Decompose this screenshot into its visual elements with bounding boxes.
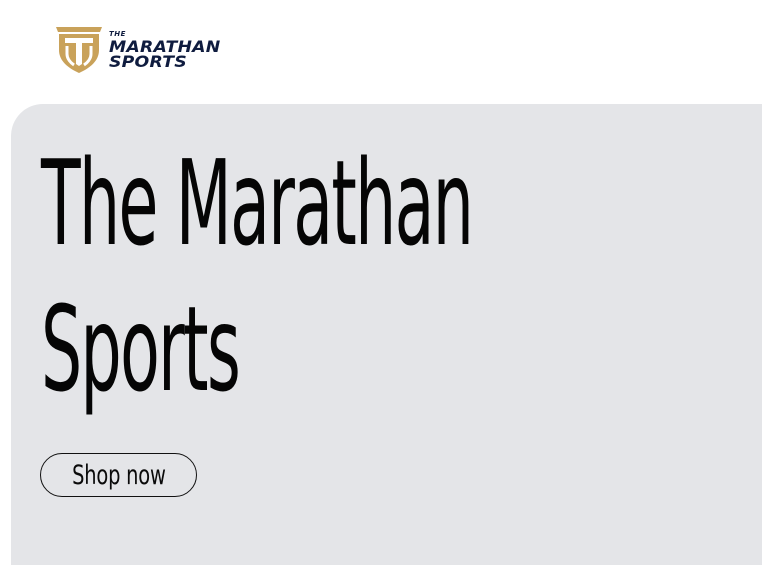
shield-monogram-icon bbox=[56, 27, 102, 73]
shop-now-label: Shop now bbox=[71, 459, 166, 491]
site-header: THE MARATHAN SPORTS bbox=[0, 0, 762, 104]
hero-banner: The Marathan Sports Shop now bbox=[11, 104, 762, 565]
logo-line-2: SPORTS bbox=[109, 52, 187, 71]
hero-title-line-2: Sports bbox=[41, 280, 241, 418]
hero-title-line-1: The Marathan bbox=[41, 134, 474, 272]
logo-wordmark: THE MARATHAN SPORTS bbox=[109, 31, 220, 70]
shop-now-button[interactable]: Shop now bbox=[40, 453, 197, 497]
hero-title: The Marathan Sports bbox=[41, 130, 474, 422]
site-logo[interactable]: THE MARATHAN SPORTS bbox=[54, 24, 254, 74]
